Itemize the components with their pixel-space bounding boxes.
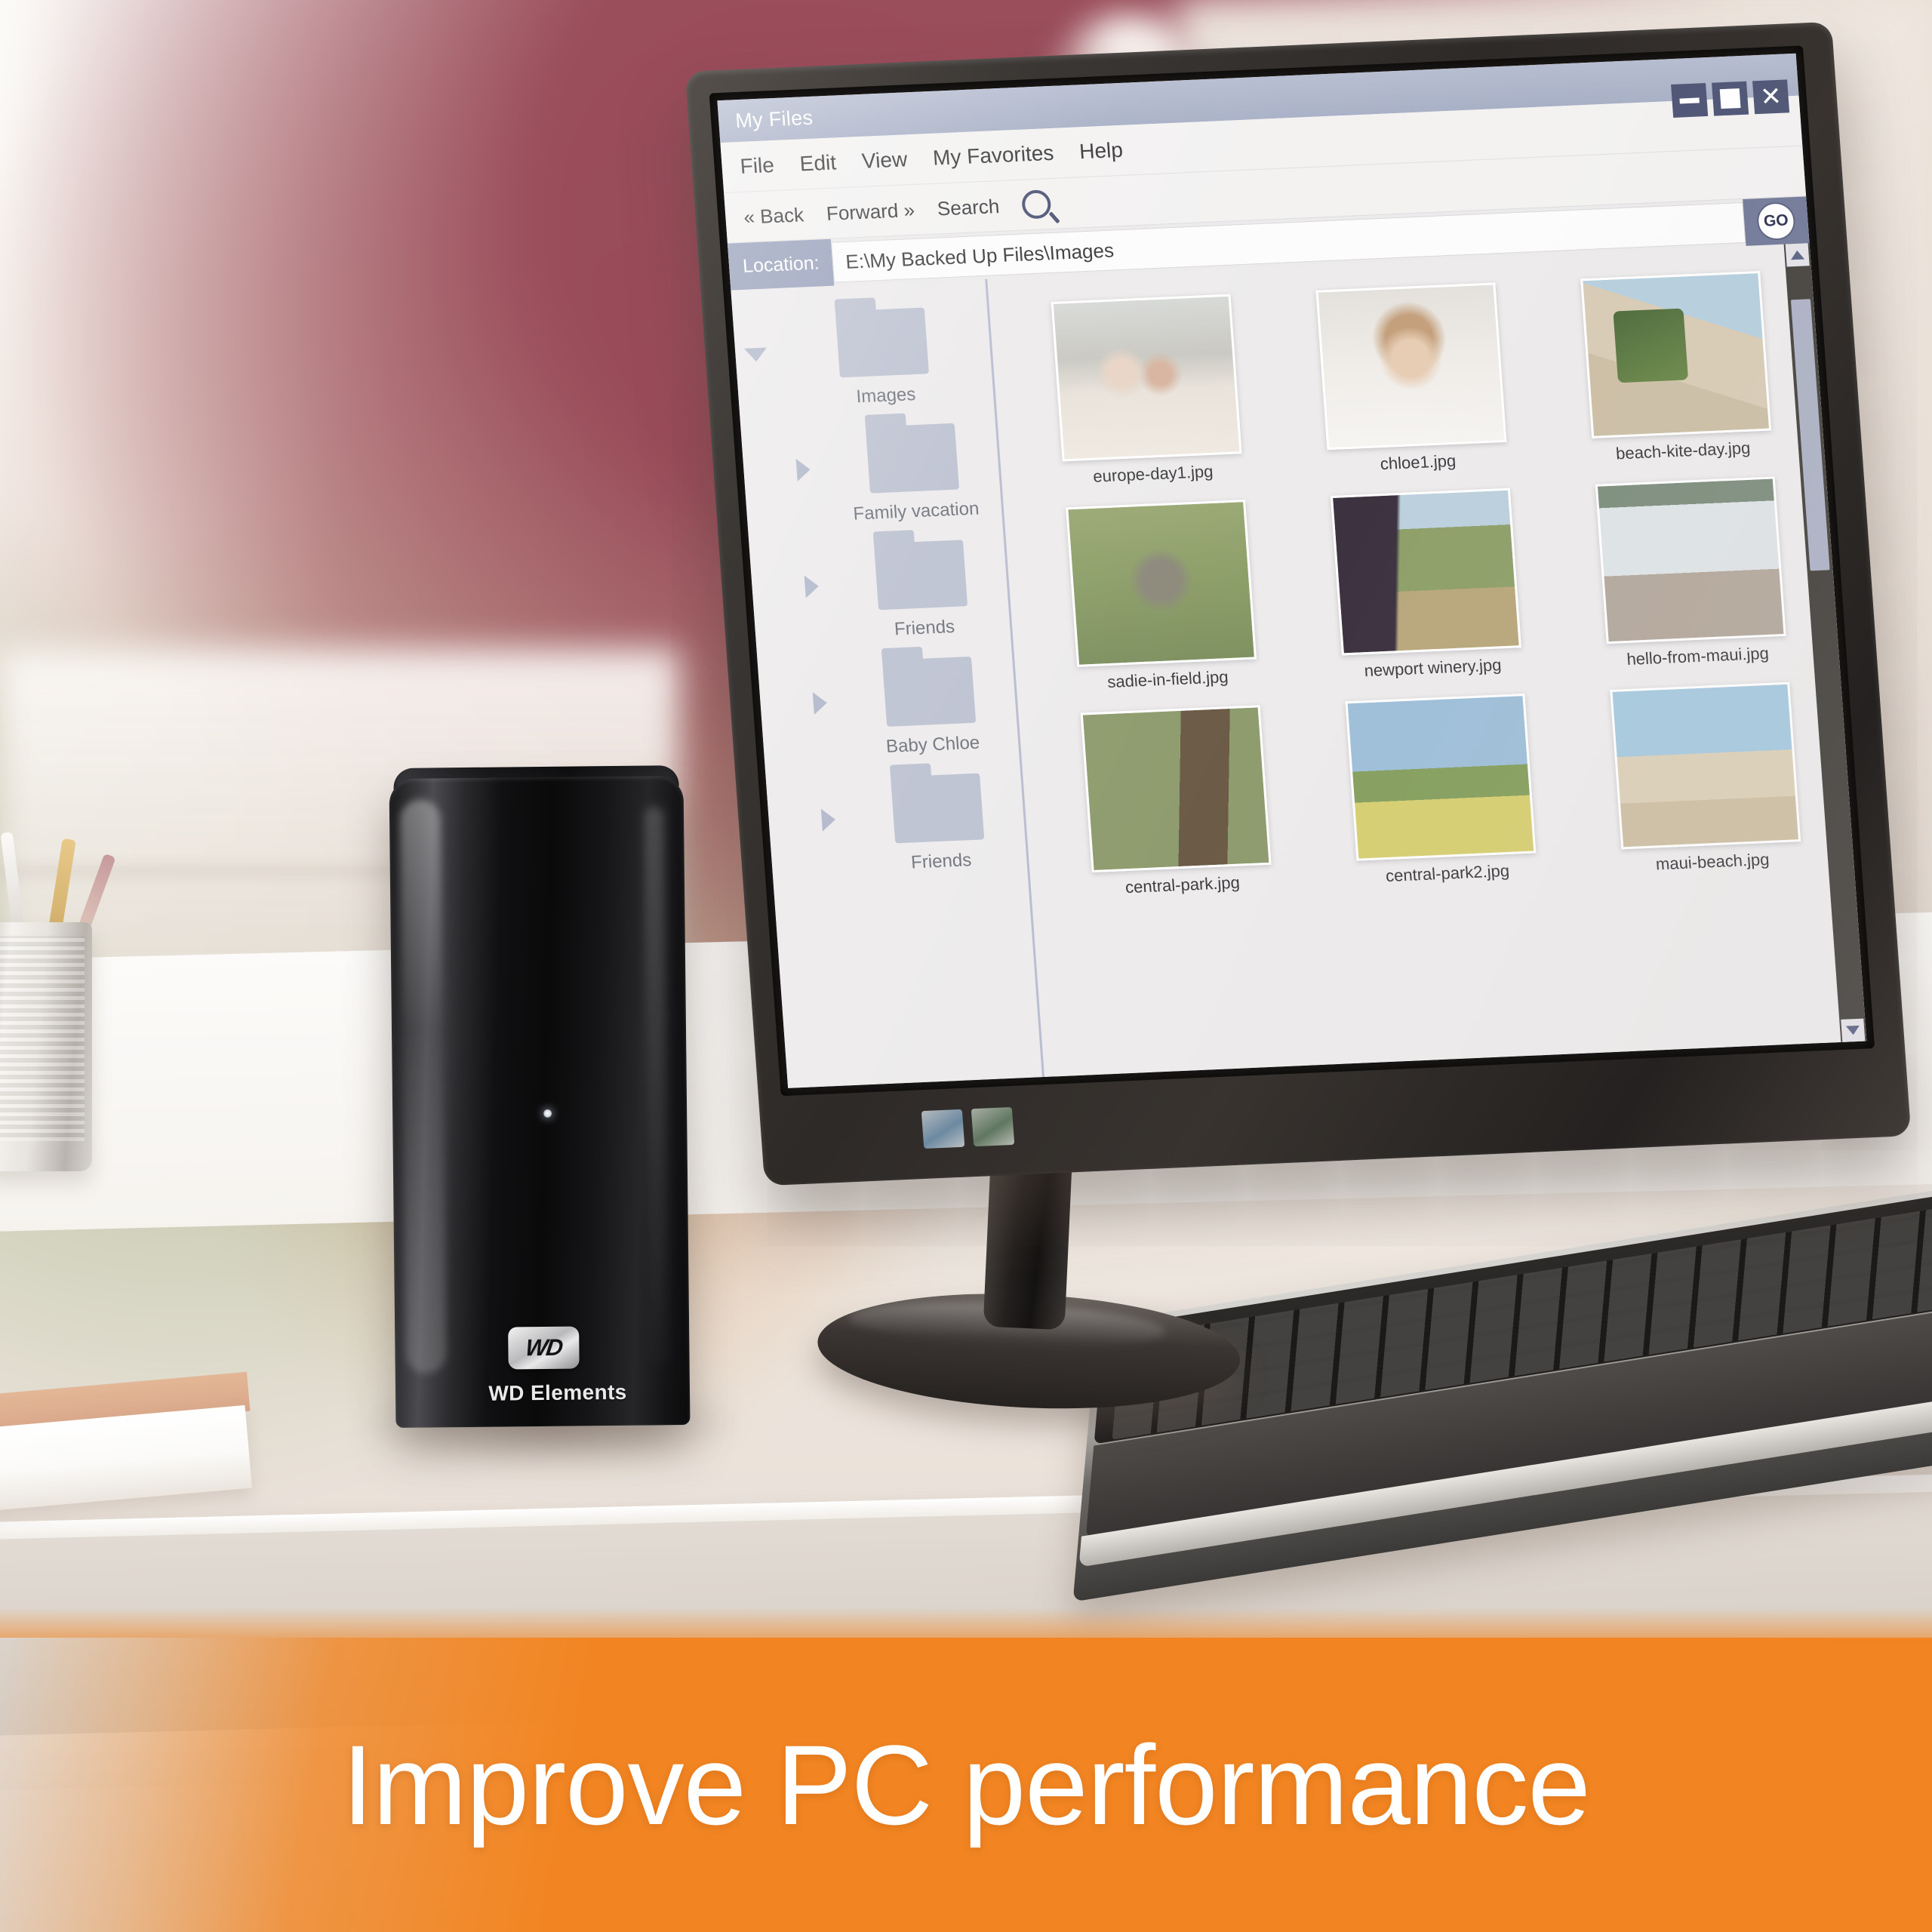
explorer-body: Images Family vacation Friends Baby Chlo… bbox=[731, 243, 1867, 1088]
go-button[interactable]: GO bbox=[1743, 196, 1810, 246]
file-item[interactable]: central-park.jpg bbox=[1044, 703, 1309, 900]
tree-item-label: Friends bbox=[894, 616, 955, 640]
scroll-up-icon[interactable] bbox=[1785, 243, 1810, 267]
back-button[interactable]: « Back bbox=[743, 203, 804, 229]
file-item[interactable]: beach-kite-day.jpg bbox=[1545, 269, 1810, 466]
wd-logo-badge: WD bbox=[508, 1326, 580, 1370]
file-item[interactable]: hello-from-maui.jpg bbox=[1559, 475, 1824, 672]
file-item[interactable]: sadie-in-field.jpg bbox=[1029, 498, 1294, 695]
wd-elements-drive: WD WD Elements bbox=[389, 765, 691, 1429]
drive-gloss-left bbox=[399, 799, 447, 1374]
file-thumbnail bbox=[1595, 476, 1787, 645]
menu-item-my-favorites[interactable]: My Favorites bbox=[932, 141, 1054, 171]
file-item[interactable]: chloe1.jpg bbox=[1280, 281, 1545, 478]
tree-item-label: Baby Chloe bbox=[885, 732, 981, 757]
file-name: central-park2.jpg bbox=[1385, 861, 1510, 886]
folder-icon bbox=[865, 423, 960, 494]
drive-power-led bbox=[543, 1109, 552, 1118]
file-thumbnail bbox=[1580, 271, 1772, 438]
promo-banner: Improve PC performance bbox=[0, 1638, 1932, 1932]
file-name: hello-from-maui.jpg bbox=[1626, 643, 1770, 669]
scroll-down-icon[interactable] bbox=[1841, 1018, 1866, 1042]
location-label: Location: bbox=[727, 238, 835, 291]
window-controls: ✕ bbox=[1671, 79, 1790, 118]
close-icon[interactable]: ✕ bbox=[1752, 79, 1790, 115]
file-item[interactable]: europe-day1.jpg bbox=[1015, 293, 1280, 490]
menu-item-file[interactable]: File bbox=[740, 153, 775, 179]
chevron-right-icon[interactable] bbox=[812, 691, 828, 715]
file-thumbnail bbox=[1330, 488, 1521, 656]
file-thumbnail bbox=[1610, 681, 1801, 850]
maximize-button[interactable] bbox=[1712, 81, 1749, 116]
pen-cup bbox=[0, 922, 92, 1171]
file-thumbnail bbox=[1315, 282, 1507, 451]
folder-icon bbox=[891, 773, 985, 844]
tree-item-friends[interactable]: Friends bbox=[749, 538, 1013, 647]
go-button-label: GO bbox=[1755, 202, 1797, 242]
screen: My Files File Edit View My Favorites Hel… bbox=[717, 53, 1867, 1088]
chevron-right-icon[interactable] bbox=[795, 458, 811, 481]
chevron-down-icon[interactable] bbox=[743, 347, 768, 362]
file-name: chloe1.jpg bbox=[1379, 451, 1457, 474]
tree-item-baby-chloe[interactable]: Baby Chloe bbox=[758, 654, 1021, 763]
search-button[interactable]: Search bbox=[937, 195, 1001, 221]
file-name: central-park.jpg bbox=[1124, 872, 1241, 897]
file-name: newport winery.jpg bbox=[1363, 655, 1503, 681]
search-icon[interactable] bbox=[1020, 189, 1052, 220]
file-item[interactable]: central-park2.jpg bbox=[1309, 692, 1574, 889]
scene: WD WD Elements LED My Files bbox=[0, 0, 1932, 1932]
tree-item-friends-2[interactable]: Friends bbox=[766, 771, 1029, 880]
file-name: sadie-in-field.jpg bbox=[1106, 667, 1229, 692]
file-thumbnail bbox=[1345, 693, 1537, 861]
sticker-badge-1 bbox=[921, 1109, 965, 1149]
file-item[interactable]: newport winery.jpg bbox=[1294, 487, 1559, 684]
tree-item-label: Family vacation bbox=[852, 498, 980, 525]
minimize-button[interactable] bbox=[1671, 83, 1709, 118]
wd-logo-text: WD bbox=[524, 1334, 564, 1361]
window-title: My Files bbox=[734, 106, 814, 132]
chevron-right-icon[interactable] bbox=[820, 808, 836, 832]
menu-item-help[interactable]: Help bbox=[1078, 138, 1124, 164]
monitor-stickers bbox=[921, 1106, 1015, 1149]
chevron-right-icon[interactable] bbox=[804, 574, 820, 598]
file-grid: europe-day1.jpg chloe1.jpg beach-kite-da… bbox=[987, 243, 1867, 1077]
folder-icon bbox=[873, 540, 968, 611]
file-name: europe-day1.jpg bbox=[1092, 461, 1214, 486]
tree-item-family-vacation[interactable]: Family vacation bbox=[741, 421, 1004, 530]
monitor: LED My Files File Edit View My Favorites… bbox=[685, 21, 1912, 1186]
folder-icon bbox=[881, 656, 977, 727]
menu-item-edit[interactable]: Edit bbox=[799, 150, 838, 176]
file-name: maui-beach.jpg bbox=[1655, 849, 1770, 874]
menu-item-view[interactable]: View bbox=[861, 147, 908, 174]
drive-model-label: WD Elements bbox=[488, 1380, 627, 1405]
banner-headline: Improve PC performance bbox=[342, 1721, 1591, 1848]
file-item[interactable]: maui-beach.jpg bbox=[1574, 681, 1839, 878]
tree-item-label: Images bbox=[855, 383, 917, 408]
banner-top-fade bbox=[0, 1607, 1932, 1638]
folder-icon bbox=[835, 307, 929, 378]
forward-button[interactable]: Forward » bbox=[826, 198, 915, 225]
file-thumbnail bbox=[1065, 499, 1257, 667]
file-name: beach-kite-day.jpg bbox=[1615, 438, 1752, 463]
file-thumbnail bbox=[1080, 705, 1272, 873]
tree-item-label: Friends bbox=[910, 850, 973, 873]
tree-item-images[interactable]: Images bbox=[733, 305, 996, 414]
sticker-badge-2 bbox=[971, 1106, 1015, 1147]
file-thumbnail bbox=[1051, 294, 1242, 462]
